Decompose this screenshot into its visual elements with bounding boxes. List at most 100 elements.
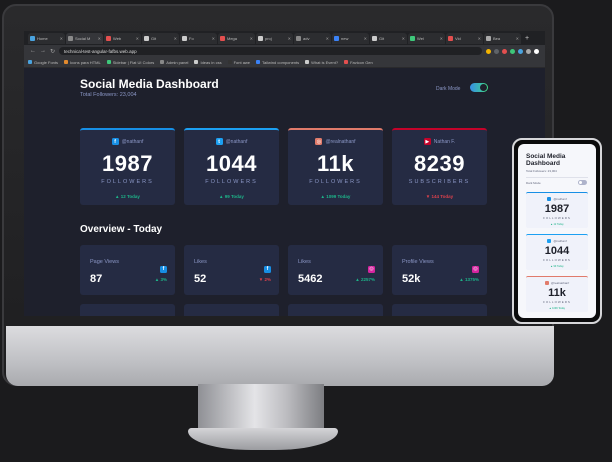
overview-percent: ▲ 1375%: [459, 277, 479, 282]
browser-tab[interactable]: proj ✕: [256, 32, 293, 44]
close-icon[interactable]: ✕: [402, 36, 405, 41]
browser-tab[interactable]: Web ✕: [104, 32, 141, 44]
overview-title: Overview - Today: [80, 224, 163, 235]
new-tab-button[interactable]: +: [525, 35, 529, 42]
overview-card-partial: [392, 304, 487, 316]
bookmark-item[interactable]: Font awe: [227, 60, 250, 65]
instagram-icon: ◎: [472, 265, 479, 273]
handle-text: @nathanf: [121, 138, 144, 145]
tab-favicon-icon: [372, 35, 377, 41]
monitor-frame: Home ✕ Social M ✕ Web ✕ Git ✕ Fo ✕ Mega ✕ proj ✕ adv ✕ n…: [2, 4, 554, 386]
close-icon[interactable]: ✕: [174, 36, 177, 41]
close-icon[interactable]: ✕: [136, 36, 139, 41]
browser-tab[interactable]: Home ✕: [28, 32, 65, 44]
browser-tab[interactable]: Git ✕: [142, 32, 179, 44]
browser-tab[interactable]: Wel ✕: [408, 32, 445, 44]
overview-label: Likes: [194, 259, 207, 265]
follower-label: SUBSCRIBERS: [408, 179, 471, 185]
monitor-stand: [198, 384, 324, 432]
bookmark-item[interactable]: Icons para HTML: [64, 60, 101, 65]
bookmark-item[interactable]: Favicon Gen: [344, 60, 373, 65]
tab-title: Mega: [227, 35, 238, 41]
phone-divider: [526, 177, 588, 178]
overview-icon-wrap: ◎: [368, 257, 375, 275]
card-handle: t @nathanf: [184, 138, 279, 145]
page-title: Social Media Dashboard: [80, 77, 219, 91]
handle-text: @nathanf: [553, 197, 567, 201]
close-icon[interactable]: ✕: [60, 36, 63, 41]
bookmark-item[interactable]: Tailwind components: [256, 60, 299, 65]
browser-tab[interactable]: Fo ✕: [180, 32, 217, 44]
extension-icon[interactable]: [502, 48, 507, 54]
close-icon[interactable]: ✕: [326, 36, 329, 41]
extensions-area: [486, 48, 539, 54]
handle-text: @realnathanf: [325, 138, 356, 145]
url-input[interactable]: technical-test-angular-fafbs.web.app: [59, 47, 482, 55]
overview-card-partial: [80, 304, 175, 316]
handle-text: @nathanf: [225, 138, 248, 145]
follower-label: FOLLOWERS: [309, 179, 362, 185]
tab-title: adv: [303, 35, 310, 41]
tab-title: Vid: [455, 35, 461, 41]
handle-text: @nathanf: [553, 239, 567, 243]
overview-icon-wrap: ◎: [472, 257, 479, 275]
bookmark-item[interactable]: Ideas in css: [194, 60, 222, 65]
browser-tab[interactable]: Mega ✕: [218, 32, 255, 44]
extension-icon[interactable]: [494, 48, 499, 54]
close-icon[interactable]: ✕: [364, 36, 367, 41]
browser-tab[interactable]: Vid ✕: [446, 32, 483, 44]
browser-tab[interactable]: Bea ✕: [484, 32, 521, 44]
twitter-icon: t: [215, 138, 223, 145]
bookmark-favicon-icon: [106, 60, 111, 64]
tab-title: Git: [379, 35, 385, 41]
tab-title: proj: [265, 35, 272, 41]
browser-addressbar: ← → ↻ technical-test-angular-fafbs.web.a…: [24, 45, 545, 57]
bookmark-item[interactable]: Google Fonts: [28, 60, 58, 65]
bookmark-favicon-icon: [227, 60, 232, 64]
extension-icon[interactable]: [510, 48, 515, 54]
forward-icon[interactable]: →: [40, 48, 46, 54]
overview-card: Page Views f 87 ▲ 3%: [80, 245, 175, 295]
browser-tab[interactable]: Git ✕: [370, 32, 407, 44]
dark-mode-label: Dark Mode: [436, 86, 461, 92]
close-icon[interactable]: ✕: [98, 36, 101, 41]
overview-percent: ▼ 2%: [258, 277, 271, 282]
close-icon[interactable]: ✕: [250, 36, 253, 41]
bookmark-item[interactable]: Sidebar | Flat UI Colors: [106, 60, 154, 65]
follower-count: 8239: [414, 151, 465, 176]
close-icon[interactable]: ✕: [478, 36, 481, 41]
network-icon: [547, 239, 552, 243]
phone-follower-card: @realnathanf 11k FOLLOWERS ▲ 1099 Today: [526, 276, 588, 312]
browser-tab[interactable]: Social M ✕: [66, 32, 103, 44]
phone-follower-label: FOLLOWERS: [543, 300, 571, 304]
bookmark-label: Google Fonts: [34, 59, 59, 65]
phone-card-handle: @realnathanf: [526, 281, 588, 285]
extension-icon[interactable]: [526, 48, 531, 54]
extension-icon[interactable]: [518, 48, 523, 54]
browser-tab[interactable]: new ✕: [332, 32, 369, 44]
close-icon[interactable]: ✕: [288, 36, 291, 41]
bookmark-favicon-icon: [64, 60, 69, 64]
close-icon[interactable]: ✕: [440, 36, 443, 41]
dashboard: Social Media Dashboard Total Followers: …: [24, 68, 545, 316]
tab-favicon-icon: [486, 35, 491, 41]
tab-favicon-icon: [182, 35, 187, 41]
reload-icon[interactable]: ↻: [50, 48, 55, 55]
phone-follower-card: @nathanf 1987 FOLLOWERS ▲ 12 Today: [526, 192, 588, 228]
extension-icon[interactable]: [534, 48, 539, 54]
follower-count: 1044: [206, 151, 257, 176]
close-icon[interactable]: ✕: [516, 36, 519, 41]
phone-card-handle: @nathanf: [526, 197, 588, 201]
phone-dark-mode-toggle[interactable]: [578, 180, 587, 185]
dark-mode-toggle[interactable]: [470, 83, 488, 92]
bookmark-item[interactable]: What is Event?: [305, 60, 338, 65]
network-icon: [547, 197, 552, 201]
browser-tab[interactable]: adv ✕: [294, 32, 331, 44]
overview-card: Likes ◎ 5462 ▲ 2257%: [288, 245, 383, 295]
close-icon[interactable]: ✕: [212, 36, 215, 41]
back-icon[interactable]: ←: [30, 48, 36, 54]
bookmark-item[interactable]: Admin panel: [160, 60, 188, 65]
tab-favicon-icon: [106, 35, 111, 41]
follower-count: 11k: [317, 151, 354, 176]
extension-icon[interactable]: [486, 48, 491, 54]
